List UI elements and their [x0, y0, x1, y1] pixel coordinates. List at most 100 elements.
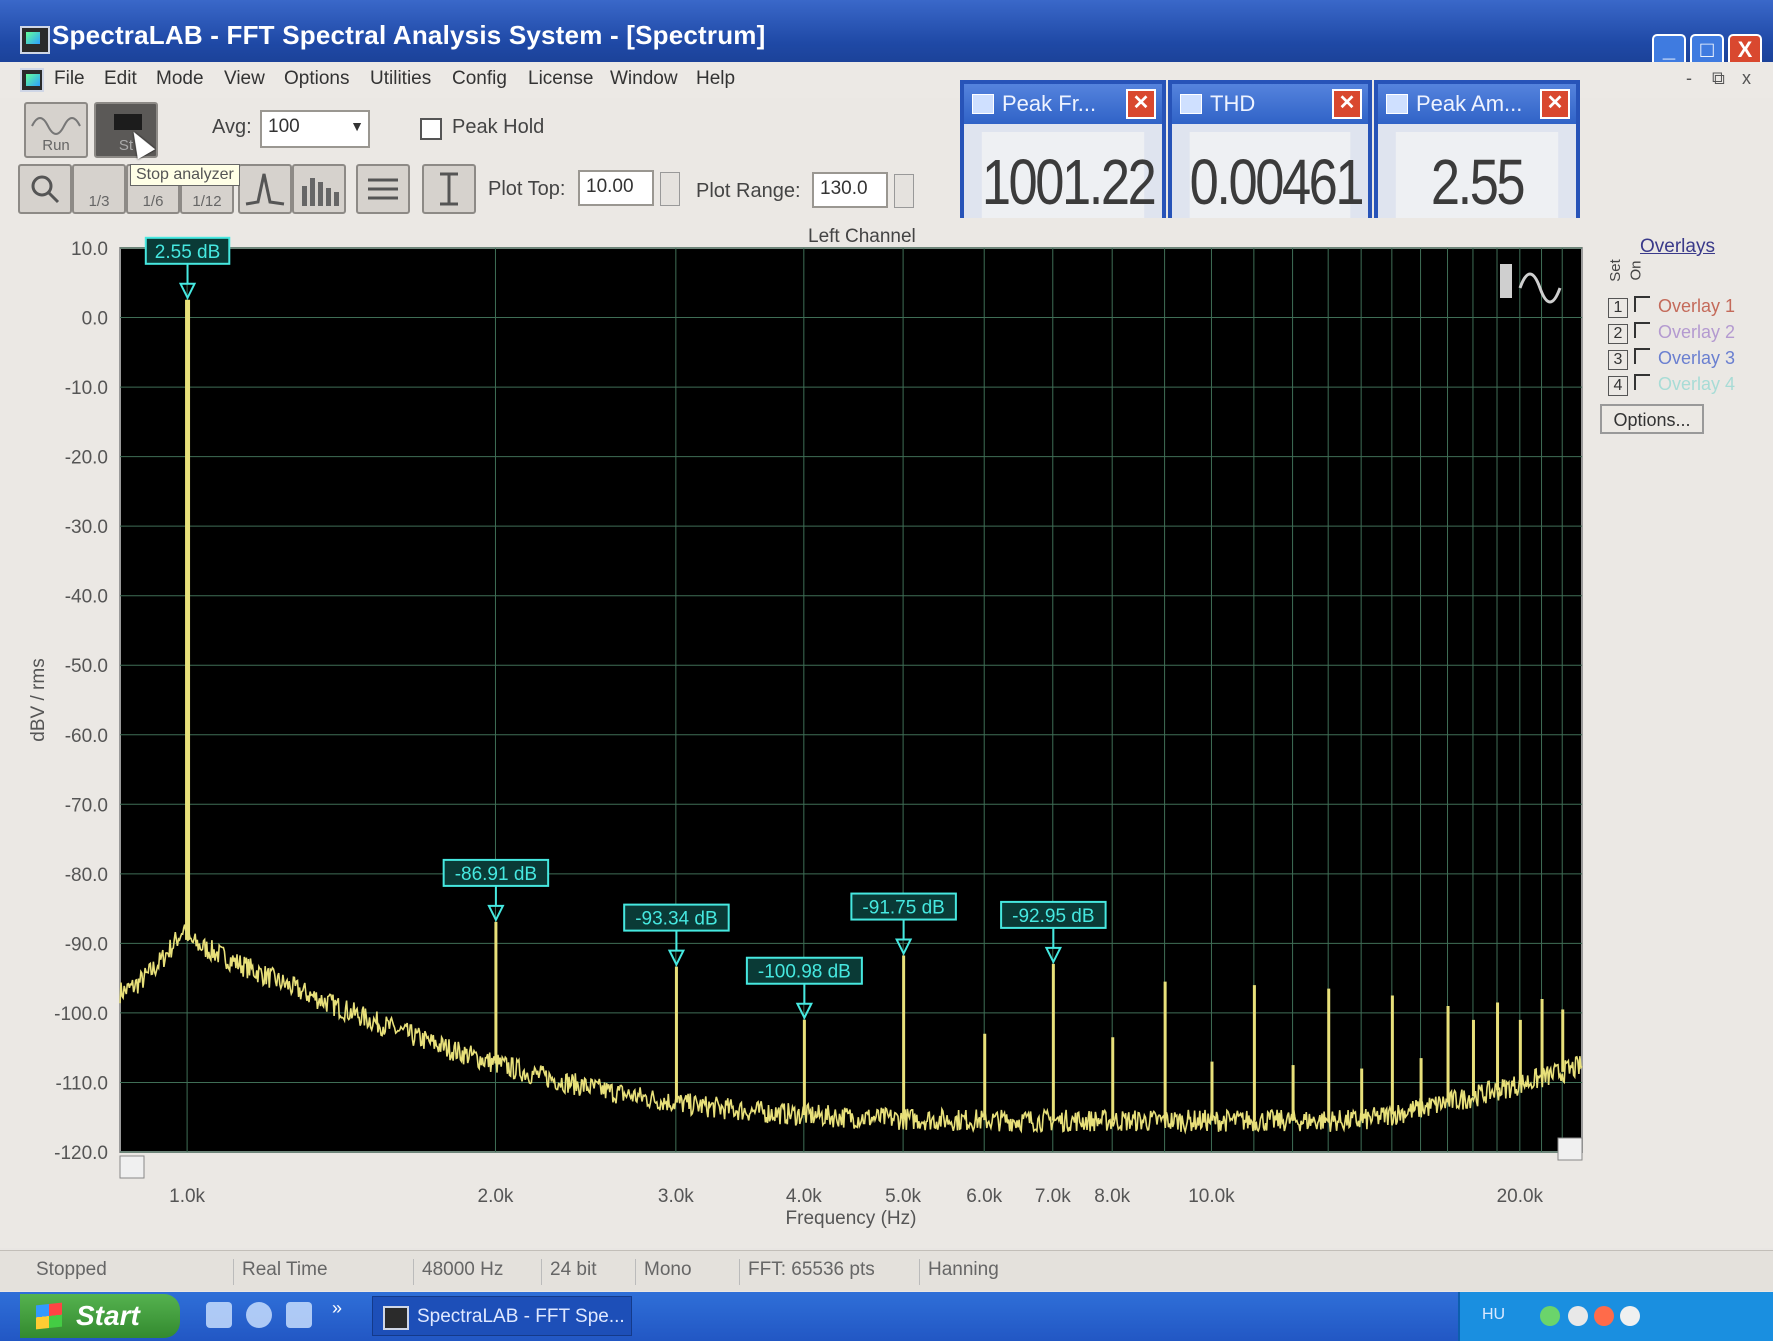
overlay-on-checkbox[interactable]: [1634, 374, 1650, 390]
menu-file[interactable]: File: [54, 68, 85, 90]
quick-launch-chevron[interactable]: »: [332, 1298, 342, 1319]
cursor-marker-icon: [440, 172, 458, 206]
peak-hold-checkbox[interactable]: [420, 118, 442, 140]
browser-icon[interactable]: [246, 1302, 272, 1328]
overlay-options-button[interactable]: Options...: [1600, 404, 1704, 434]
x-tick-label: 4.0k: [786, 1186, 822, 1207]
close-icon[interactable]: ✕: [1126, 89, 1156, 119]
third-octave-button[interactable]: 1/3: [72, 164, 126, 214]
stop-icon: [114, 114, 142, 130]
status-fft-size: FFT: 65536 pts: [740, 1259, 920, 1285]
menu-config[interactable]: Config: [452, 68, 507, 90]
sound-icon[interactable]: [1620, 1306, 1640, 1326]
media-icon[interactable]: [286, 1302, 312, 1328]
overlay-on-checkbox[interactable]: [1634, 348, 1650, 364]
avg-select[interactable]: 100 ▼: [260, 110, 370, 148]
start-label: Start: [76, 1300, 140, 1331]
network-icon[interactable]: [1540, 1306, 1560, 1326]
readout-icon: [1386, 94, 1408, 114]
windows-logo-icon: [36, 1302, 62, 1330]
menu-license[interactable]: License: [528, 68, 594, 90]
list-icon: [368, 178, 398, 200]
overlay-on-checkbox[interactable]: [1634, 322, 1650, 338]
close-icon[interactable]: ✕: [1540, 89, 1570, 119]
child-restore-button[interactable]: ⧉: [1712, 68, 1725, 89]
x-tick-label: 3.0k: [658, 1186, 694, 1207]
readout-icon: [1180, 94, 1202, 114]
menu-view[interactable]: View: [224, 68, 265, 90]
y-tick-label: -50.0: [65, 656, 108, 677]
readout-value: 1001.22 Hz: [981, 132, 1157, 318]
overlay-set-button[interactable]: 2: [1608, 324, 1628, 344]
y-tick-label: -90.0: [65, 934, 108, 955]
menu-mode[interactable]: Mode: [156, 68, 204, 90]
scroll-right-button[interactable]: [1557, 1137, 1583, 1161]
language-indicator[interactable]: HU: [1482, 1306, 1505, 1324]
spectralab-app-icon[interactable]: [20, 26, 50, 54]
readout-icon: [972, 94, 994, 114]
overlay-set-button[interactable]: 3: [1608, 350, 1628, 370]
overlay-row-4[interactable]: 4 Overlay 4: [1608, 374, 1735, 398]
avg-value: 100: [268, 116, 300, 137]
chevron-down-icon[interactable]: ▼: [350, 118, 364, 134]
spectrum-chart[interactable]: 10.0 0.0 -10.0 -20.0 -30.0 -40.0 -50.0 -60.0 -70…: [0, 218, 1773, 1248]
plot-range-label: Plot Range:: [696, 180, 801, 202]
start-button[interactable]: Start: [20, 1294, 180, 1338]
readout-title: Peak Fr...: [1002, 91, 1097, 116]
x-tick-label: 10.0k: [1188, 1186, 1235, 1207]
overlay-row-2[interactable]: 2 Overlay 2: [1608, 322, 1735, 346]
plot-top-input[interactable]: 10.00: [578, 170, 654, 206]
scroll-left-button[interactable]: [119, 1155, 145, 1179]
taskbar-spectralab-item[interactable]: SpectraLAB - FFT Spe...: [372, 1296, 632, 1336]
cursor-button[interactable]: [422, 164, 476, 214]
plot-range-input[interactable]: 130.0: [812, 172, 888, 208]
volume-icon[interactable]: [1568, 1306, 1588, 1326]
stop-analyzer-tooltip: Stop analyzer: [130, 164, 240, 186]
peak-marker-label: -100.98 dB: [758, 962, 851, 983]
overlay-set-button[interactable]: 4: [1608, 376, 1628, 396]
overlay-name: Overlay 3: [1658, 348, 1736, 368]
line-plot-button[interactable]: [238, 164, 292, 214]
y-tick-label: -60.0: [65, 726, 108, 747]
x-tick-label: 1.0k: [169, 1186, 205, 1207]
overlay-set-button[interactable]: 1: [1608, 298, 1628, 318]
overlay-name: Overlay 4: [1658, 374, 1736, 394]
taskbar: Start » SpectraLAB - FFT Spe... HU: [0, 1292, 1773, 1341]
peak-marker-label: 2.55 dB: [155, 242, 221, 263]
overlay-row-3[interactable]: 3 Overlay 3: [1608, 348, 1735, 372]
peak-marker-label: -91.75 dB: [862, 898, 944, 919]
security-icon[interactable]: [1594, 1306, 1614, 1326]
run-button[interactable]: Run: [24, 102, 88, 158]
status-mode: Real Time: [234, 1259, 414, 1285]
y-tick-label: -10.0: [65, 378, 108, 399]
status-window: Hanning: [928, 1259, 999, 1280]
overlay-row-1[interactable]: 1 Overlay 1: [1608, 296, 1735, 320]
y-tick-label: -100.0: [54, 1004, 108, 1025]
plot-range-spinner[interactable]: [894, 174, 914, 208]
menu-options[interactable]: Options: [284, 68, 349, 90]
y-tick-label: -20.0: [65, 448, 108, 469]
menu-utilities[interactable]: Utilities: [370, 68, 431, 90]
menu-edit[interactable]: Edit: [104, 68, 137, 90]
peak-hold-label: Peak Hold: [452, 116, 545, 138]
child-minimize-button[interactable]: -: [1686, 68, 1692, 89]
child-close-button[interactable]: x: [1742, 68, 1751, 89]
overlays-title[interactable]: Overlays: [1640, 236, 1715, 258]
menu-window[interactable]: Window: [610, 68, 678, 90]
settings-list-button[interactable]: [356, 164, 410, 214]
desktop-icon[interactable]: [206, 1302, 232, 1328]
overlays-set-column: Set: [1606, 259, 1624, 282]
status-bit-depth: 24 bit: [542, 1259, 636, 1285]
peak-marker-label: -93.34 dB: [635, 909, 717, 930]
child-window-icon[interactable]: [20, 68, 44, 92]
overlay-on-checkbox[interactable]: [1634, 296, 1650, 312]
y-tick-label: -120.0: [54, 1143, 108, 1164]
y-tick-label: -70.0: [65, 795, 108, 816]
plot-top-spinner[interactable]: [660, 172, 680, 206]
menu-help[interactable]: Help: [696, 68, 735, 90]
third-octave-label: 1/3: [88, 193, 110, 210]
line-plot-icon: [245, 173, 285, 206]
close-icon[interactable]: ✕: [1332, 89, 1362, 119]
bar-plot-button[interactable]: [292, 164, 346, 214]
zoom-button[interactable]: [18, 164, 72, 214]
